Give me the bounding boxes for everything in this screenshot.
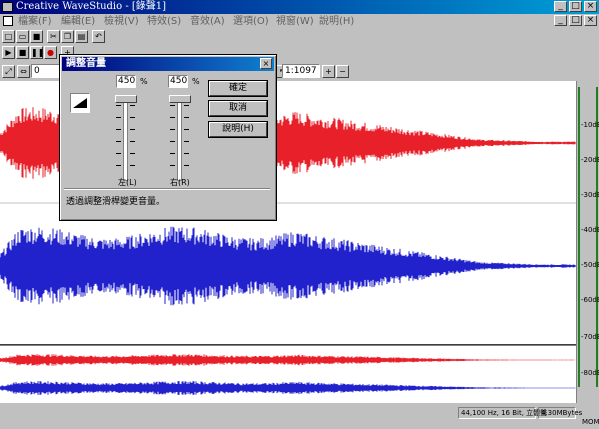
level-meter: -10dB -20dB -30dB -40dB -50dB -60dB -70d… bbox=[576, 81, 599, 403]
zoom-out-button-icon[interactable]: − bbox=[336, 65, 349, 78]
left-volume-track[interactable] bbox=[123, 99, 128, 181]
cut-icon[interactable]: ✂ bbox=[47, 30, 60, 43]
right-volume-track[interactable] bbox=[177, 99, 182, 181]
meter-label: -30dB bbox=[581, 191, 599, 199]
menu-bar: 檔案(F) 編輯(E) 檢視(V) 特效(S) 音效(A) 選項(O) 視窗(W… bbox=[0, 14, 599, 29]
overview-right-waveform bbox=[0, 381, 576, 395]
left-channel-label: 左(L) bbox=[118, 178, 137, 187]
file-size: 4.30MBytes bbox=[538, 407, 582, 419]
doc-close-button[interactable]: × bbox=[584, 15, 597, 26]
meter-label: -70dB bbox=[581, 333, 599, 341]
main-toolbar: □ ▭ ■ ✂ ❐ ▤ ↶ bbox=[0, 29, 599, 45]
zoom-fit-icon[interactable]: ⤢ bbox=[2, 65, 15, 78]
app-icon[interactable] bbox=[2, 2, 13, 12]
ov-left-path bbox=[0, 354, 576, 366]
ov-right-path bbox=[0, 381, 576, 395]
app-title-bar[interactable]: Creative WaveStudio - [錄聲1] _ □ × bbox=[0, 0, 599, 14]
left-volume-slider-thumb[interactable] bbox=[115, 95, 137, 103]
menu-help[interactable]: 說明(H) bbox=[319, 15, 354, 28]
meter-label: -10dB bbox=[581, 121, 599, 129]
paste-icon[interactable]: ▤ bbox=[75, 30, 88, 43]
menu-options[interactable]: 選項(O) bbox=[233, 15, 269, 28]
dialog-title-bar[interactable]: 調整音量 × bbox=[62, 57, 274, 71]
right-channel-label: 右(R) bbox=[170, 178, 190, 187]
minimize-button[interactable]: _ bbox=[554, 1, 567, 12]
overview-pane[interactable] bbox=[0, 345, 576, 403]
meter-bar bbox=[578, 87, 580, 387]
audio-format: 44,100 Hz, 16 Bit, 立體聲 bbox=[458, 407, 547, 419]
menu-audio[interactable]: 音效(A) bbox=[190, 15, 225, 28]
adjust-volume-dialog: 調整音量 × 450 % 450 % 左(L) 右(R) 確定 取消 說明(H)… bbox=[59, 54, 277, 221]
meter-bar bbox=[596, 87, 598, 387]
dialog-close-icon[interactable]: × bbox=[260, 58, 272, 69]
play-icon[interactable]: ▶ bbox=[2, 46, 15, 59]
doc-minimize-button[interactable]: _ bbox=[554, 15, 567, 26]
meter-label: -60dB bbox=[581, 296, 599, 304]
right-volume-slider-thumb[interactable] bbox=[169, 95, 191, 103]
cancel-button[interactable]: 取消 bbox=[209, 101, 267, 116]
meter-label: -20dB bbox=[581, 156, 599, 164]
meter-label: -40dB bbox=[581, 226, 599, 234]
meter-label: -50dB bbox=[581, 261, 599, 269]
menu-file[interactable]: 檔案(F) bbox=[18, 15, 52, 28]
close-button[interactable]: × bbox=[584, 1, 597, 12]
record-icon[interactable]: ● bbox=[44, 46, 57, 59]
zoom-in-button-icon[interactable]: + bbox=[322, 65, 335, 78]
document-icon[interactable] bbox=[3, 16, 13, 26]
dialog-status-text: 透過調整滑桿變更音量。 bbox=[66, 197, 166, 207]
doc-restore-button[interactable]: □ bbox=[569, 15, 582, 26]
window-title: Creative WaveStudio - [錄聲1] bbox=[16, 1, 167, 12]
menu-effects[interactable]: 特效(S) bbox=[147, 15, 181, 28]
right-wave-path bbox=[0, 226, 576, 306]
volume-ramp-icon bbox=[70, 93, 90, 113]
zoom-ratio-field[interactable]: 1:1097 bbox=[282, 64, 320, 78]
copy-icon[interactable]: ❐ bbox=[61, 30, 74, 43]
save-icon[interactable]: ■ bbox=[30, 30, 43, 43]
new-file-icon[interactable]: □ bbox=[2, 30, 15, 43]
left-volume-input[interactable]: 450 bbox=[116, 75, 136, 88]
mode-indicator: MOM bbox=[582, 418, 599, 426]
position-field[interactable]: 0 bbox=[31, 64, 61, 78]
menu-view[interactable]: 檢視(V) bbox=[104, 15, 139, 28]
dialog-separator bbox=[64, 188, 270, 190]
undo-icon[interactable]: ↶ bbox=[92, 30, 105, 43]
status-bar: 44,100 Hz, 16 Bit, 立體聲 4.30MBytes MOM bbox=[0, 403, 599, 429]
overview-left-waveform bbox=[0, 354, 576, 366]
overview-canvas[interactable] bbox=[0, 346, 576, 404]
help-button[interactable]: 說明(H) bbox=[209, 122, 267, 137]
open-folder-icon[interactable]: ▭ bbox=[16, 30, 29, 43]
menu-edit[interactable]: 編輯(E) bbox=[61, 15, 95, 28]
right-channel-waveform bbox=[0, 226, 576, 306]
meter-label: -80dB bbox=[581, 369, 599, 377]
pause-icon[interactable]: ❚❚ bbox=[30, 46, 44, 59]
menu-window[interactable]: 視窗(W) bbox=[276, 15, 314, 28]
dialog-title: 調整音量 bbox=[66, 58, 106, 69]
ok-button[interactable]: 確定 bbox=[209, 81, 267, 96]
left-percent-label: % bbox=[140, 77, 148, 86]
right-volume-input[interactable]: 450 bbox=[168, 75, 188, 88]
select-icon[interactable]: ⇔ bbox=[17, 65, 30, 78]
right-percent-label: % bbox=[192, 77, 200, 86]
maximize-button[interactable]: □ bbox=[569, 1, 582, 12]
stop-icon[interactable]: ■ bbox=[16, 46, 29, 59]
